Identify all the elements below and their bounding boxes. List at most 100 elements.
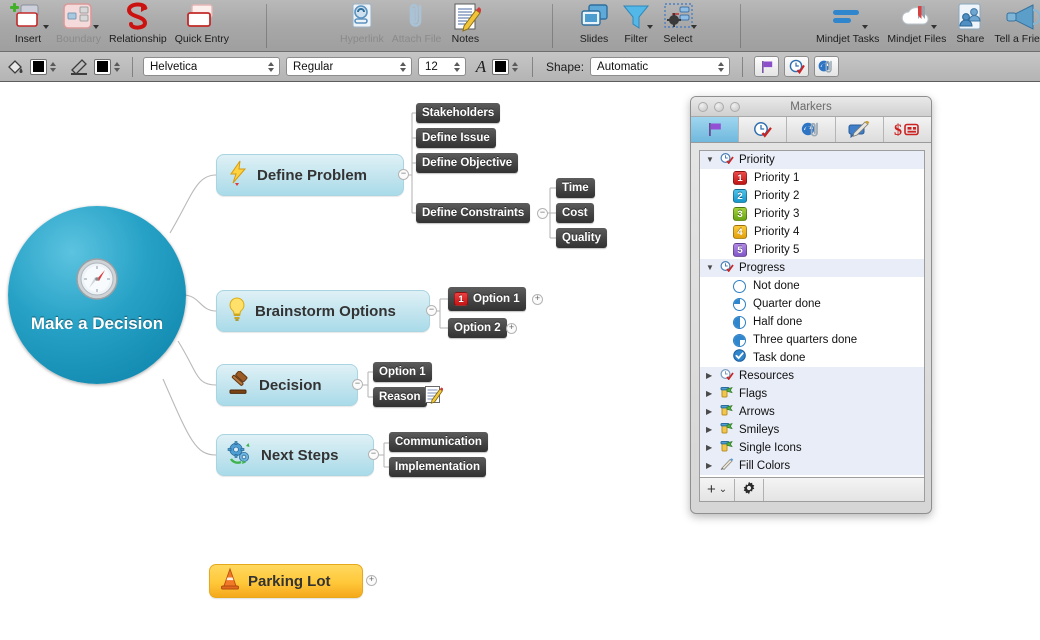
minimize-button[interactable] [714, 102, 724, 112]
marker-flag-button[interactable] [754, 56, 779, 77]
disclosure-triangle-closed-icon[interactable]: ▶ [706, 426, 715, 434]
subtopic-decision-option-1[interactable]: Option 1 [373, 362, 432, 382]
collapse-knob-decision[interactable]: − [352, 379, 363, 390]
expand-knob-parking-lot[interactable]: + [366, 575, 377, 586]
expand-knob-option-2[interactable]: + [506, 323, 517, 334]
subtopic-define-issue[interactable]: Define Issue [416, 128, 496, 148]
toolbar-button-boundary[interactable]: Boundary [52, 0, 105, 52]
disclosure-triangle-open-icon[interactable]: ▼ [706, 156, 715, 164]
toolbar-button-hyperlink[interactable]: Hyperlink [336, 0, 388, 52]
chevron-down-icon[interactable] [647, 25, 653, 29]
disclosure-triangle-closed-icon[interactable]: ▶ [706, 444, 715, 452]
marker-item-priority-4[interactable]: 4 Priority 4 [700, 223, 924, 241]
toolbar-button-slides[interactable]: Slides [572, 0, 616, 52]
fill-tool-icon[interactable] [0, 58, 30, 76]
note-indicator-icon[interactable] [424, 385, 443, 409]
collapse-knob-brainstorm[interactable]: − [426, 305, 437, 316]
font-size-select[interactable]: 12 [418, 57, 466, 76]
font-color-swatch[interactable] [492, 59, 509, 75]
marker-group-progress[interactable]: ▼ Progress [700, 259, 924, 277]
markers-panel-tabs[interactable]: $ [691, 117, 931, 143]
marker-group-priority[interactable]: ▼ Priority [700, 151, 924, 169]
toolbar-button-tell-a-friend[interactable]: Tell a Friend [990, 0, 1040, 52]
subtopic-implementation[interactable]: Implementation [389, 457, 486, 477]
zoom-button[interactable] [730, 102, 740, 112]
toolbar-button-notes[interactable]: Notes [445, 0, 485, 52]
topic-parking-lot[interactable]: Parking Lot [209, 564, 363, 598]
hyperlink-tab[interactable] [787, 117, 835, 142]
subtopic-cost[interactable]: Cost [556, 203, 594, 223]
markers-list[interactable]: ▼ Priority 1 Priority 1 2 Priority 2 3 P… [699, 150, 925, 478]
toolbar-button-share[interactable]: Share [950, 0, 990, 52]
markers-tab[interactable] [691, 117, 739, 142]
window-controls[interactable] [698, 102, 740, 112]
marker-item-priority-3[interactable]: 3 Priority 3 [700, 205, 924, 223]
central-topic[interactable]: Make a Decision [8, 206, 186, 384]
font-family-select[interactable]: Helvetica [143, 57, 280, 76]
marker-group-fill-colors[interactable]: ▶ Fill Colors [700, 457, 924, 475]
fill-color-stepper[interactable] [47, 59, 58, 75]
disclosure-triangle-closed-icon[interactable]: ▶ [706, 408, 715, 416]
toolbar-button-select[interactable]: Select [656, 0, 700, 52]
chevron-down-icon[interactable] [43, 25, 49, 29]
line-color-swatch[interactable] [94, 59, 111, 75]
topic-properties-tab[interactable]: $ [884, 117, 931, 142]
attachment-button[interactable] [814, 56, 839, 77]
disclosure-triangle-closed-icon[interactable]: ▶ [706, 462, 715, 470]
toolbar-button-mindjet-tasks[interactable]: Mindjet Tasks [812, 0, 883, 52]
subtopic-time[interactable]: Time [556, 178, 595, 198]
subtopic-define-constraints[interactable]: Define Constraints [416, 203, 530, 223]
toolbar-button-mindjet-files[interactable]: Mindjet Files [883, 0, 950, 52]
marker-item-priority-1[interactable]: 1 Priority 1 [700, 169, 924, 187]
chevron-down-icon[interactable] [931, 25, 937, 29]
shape-select[interactable]: Automatic [590, 57, 730, 76]
topic-define-problem[interactable]: Define Problem [216, 154, 404, 196]
chevron-down-icon[interactable] [691, 25, 697, 29]
marker-item-half-done[interactable]: Half done [700, 313, 924, 331]
add-marker-button[interactable]: + ⌄ [700, 479, 735, 501]
toolbar-button-quick-entry[interactable]: Quick Entry [171, 0, 233, 52]
topic-brainstorm-options[interactable]: Brainstorm Options [216, 290, 430, 332]
chevron-down-icon[interactable] [93, 25, 99, 29]
marker-item-priority-2[interactable]: 2 Priority 2 [700, 187, 924, 205]
subtopic-define-objective[interactable]: Define Objective [416, 153, 518, 173]
chevron-down-icon[interactable] [862, 25, 868, 29]
line-tool-icon[interactable] [64, 58, 94, 76]
marker-group-flags[interactable]: ▶ Flags [700, 385, 924, 403]
font-color-stepper[interactable] [509, 59, 520, 75]
subtopic-quality[interactable]: Quality [556, 228, 607, 248]
marker-group-single-icons[interactable]: ▶ Single Icons [700, 439, 924, 457]
marker-item-not-done[interactable]: Not done [700, 277, 924, 295]
subtopic-reason[interactable]: Reason [373, 387, 427, 407]
collapse-knob-define-constraints[interactable]: − [537, 208, 548, 219]
close-button[interactable] [698, 102, 708, 112]
fill-color-swatch[interactable] [30, 59, 47, 75]
font-style-select[interactable]: Regular [286, 57, 412, 76]
collapse-knob-next-steps[interactable]: − [368, 449, 379, 460]
disclosure-triangle-open-icon[interactable]: ▼ [706, 264, 715, 272]
marker-group-smileys[interactable]: ▶ Smileys [700, 421, 924, 439]
toolbar-button-insert[interactable]: Insert [4, 0, 52, 52]
subtopic-communication[interactable]: Communication [389, 432, 488, 452]
toolbar-button-relationship[interactable]: Relationship [105, 0, 171, 52]
font-color-tool-icon[interactable]: A [470, 57, 492, 77]
disclosure-triangle-closed-icon[interactable]: ▶ [706, 372, 715, 380]
disclosure-triangle-closed-icon[interactable]: ▶ [706, 390, 715, 398]
topic-decision[interactable]: Decision [216, 364, 358, 406]
marker-settings-button[interactable] [735, 479, 764, 501]
topic-next-steps[interactable]: Next Steps [216, 434, 374, 476]
marker-item-quarter-done[interactable]: Quarter done [700, 295, 924, 313]
marker-item-three-quarters-done[interactable]: Three quarters done [700, 331, 924, 349]
marker-item-priority-5[interactable]: 5 Priority 5 [700, 241, 924, 259]
marker-group-arrows[interactable]: ▶ Arrows [700, 403, 924, 421]
notes-tab[interactable] [836, 117, 884, 142]
subtopic-stakeholders[interactable]: Stakeholders [416, 103, 500, 123]
task-info-tab[interactable] [739, 117, 787, 142]
markers-panel[interactable]: Markers [690, 96, 932, 514]
marker-group-resources[interactable]: ▶ Resources [700, 367, 924, 385]
toolbar-button-filter[interactable]: Filter [616, 0, 656, 52]
marker-item-task-done[interactable]: Task done [700, 349, 924, 367]
subtopic-option-1[interactable]: 1 Option 1 [448, 287, 526, 311]
subtopic-option-2[interactable]: Option 2 [448, 318, 507, 338]
toolbar-button-attach-file[interactable]: Attach File [388, 0, 446, 52]
